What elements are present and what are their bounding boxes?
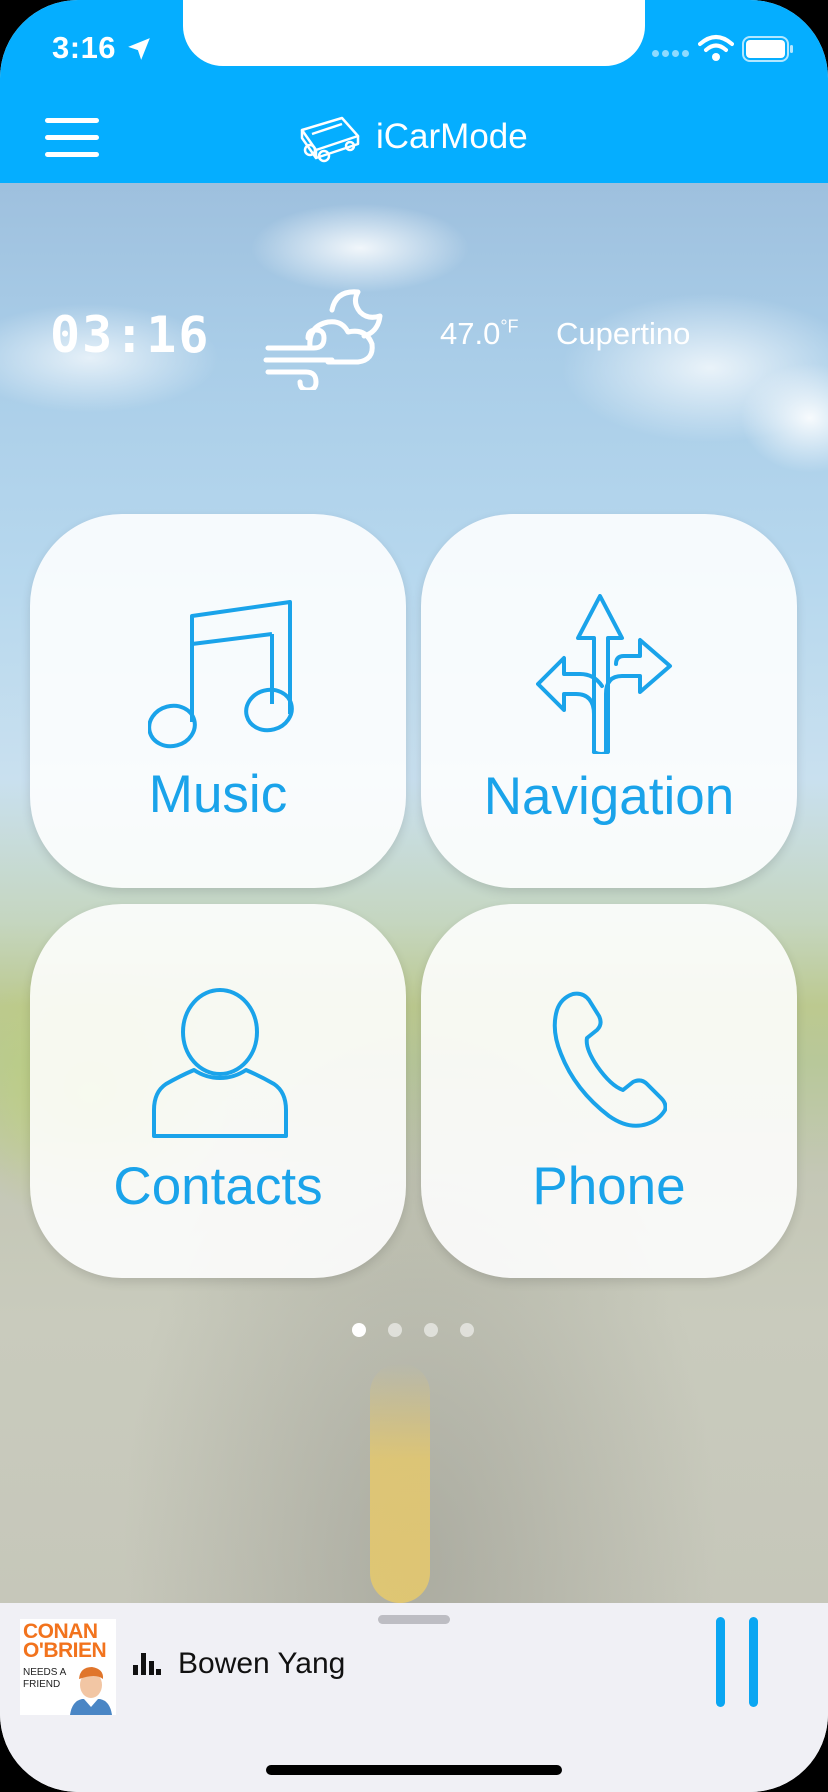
phone-car-logo-icon — [300, 116, 360, 163]
page-dot[interactable] — [388, 1323, 402, 1337]
temperature: 47.0°F — [440, 316, 519, 351]
directions-arrows-icon — [536, 594, 672, 754]
phone-handset-icon — [552, 991, 667, 1128]
temperature-unit: °F — [500, 316, 519, 337]
phone-screen: 3:16 iCarMode 03:16 47.0°F Cupertino Mus… — [0, 0, 828, 1792]
music-label: Music — [148, 765, 288, 824]
now-playing-bars-icon — [133, 1653, 161, 1675]
location-arrow-icon — [128, 38, 150, 60]
music-tile[interactable]: Music — [30, 514, 406, 888]
app-brand: iCarMode — [294, 110, 528, 164]
contacts-label: Contacts — [113, 1157, 323, 1216]
podcast-artwork[interactable]: CONAN O'BRIEN NEEDS A FRIEND — [20, 1619, 116, 1715]
page-dot[interactable] — [424, 1323, 438, 1337]
person-icon — [152, 988, 288, 1138]
app-title: iCarMode — [376, 117, 528, 156]
phone-label: Phone — [532, 1157, 686, 1216]
pause-button[interactable] — [712, 1617, 762, 1709]
status-time: 3:16 — [52, 30, 117, 65]
player-grabber[interactable] — [378, 1615, 450, 1624]
digital-clock: 03:16 — [50, 306, 211, 364]
navigation-tile[interactable]: Navigation — [421, 514, 797, 888]
cellular-signal-icon — [652, 50, 689, 57]
contacts-tile[interactable]: Contacts — [30, 904, 406, 1278]
notch — [183, 0, 645, 66]
background-scenery — [0, 183, 828, 1623]
artwork-title-line2: O'BRIEN — [23, 1639, 107, 1662]
music-note-icon — [148, 600, 294, 749]
page-dot[interactable] — [352, 1323, 366, 1337]
host-portrait-icon — [70, 1667, 112, 1715]
hamburger-menu-icon[interactable] — [45, 118, 99, 160]
navigation-label: Navigation — [483, 767, 735, 826]
page-indicator[interactable] — [352, 1323, 474, 1337]
phone-tile[interactable]: Phone — [421, 904, 797, 1278]
wind-cloud-moon-icon — [263, 289, 383, 390]
wifi-icon — [698, 35, 734, 61]
battery-icon — [742, 36, 793, 62]
home-indicator[interactable] — [266, 1765, 562, 1775]
page-dot[interactable] — [460, 1323, 474, 1337]
top-bar: 3:16 iCarMode — [0, 0, 828, 183]
mini-player[interactable]: CONAN O'BRIEN NEEDS A FRIEND Bowen Yang — [0, 1603, 828, 1792]
city-name: Cupertino — [556, 316, 691, 351]
track-title[interactable]: Bowen Yang — [178, 1647, 345, 1681]
